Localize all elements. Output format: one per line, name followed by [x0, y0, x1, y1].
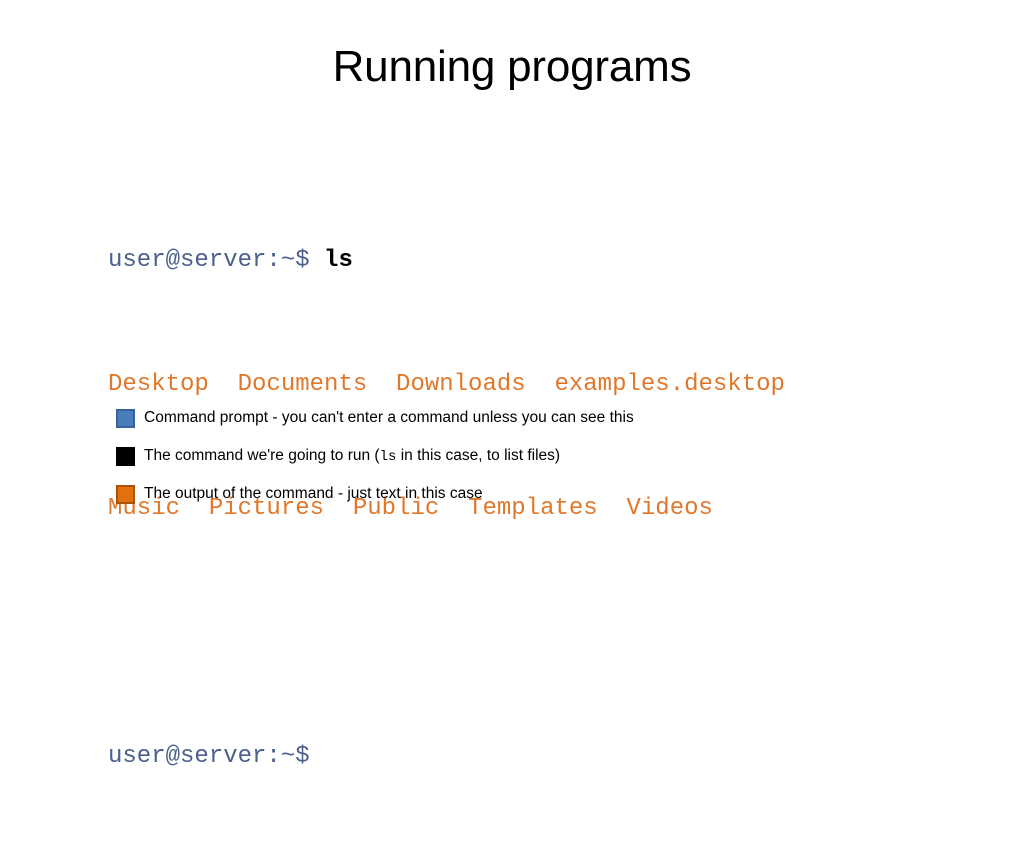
orange-swatch-icon	[116, 484, 135, 504]
slide-canvas: Running programs user@server:~$ ls Deskt…	[0, 0, 1024, 770]
legend: Command prompt - you can't enter a comma…	[116, 407, 634, 521]
legend-row-command: The command we're going to run (ls in th…	[116, 445, 634, 467]
black-swatch-icon	[116, 446, 135, 466]
terminal-output-line-1: Desktop Documents Downloads examples.des…	[108, 371, 785, 398]
terminal-command-ls: ls	[324, 247, 353, 274]
legend-row-command-prompt: Command prompt - you can't enter a comma…	[116, 407, 634, 429]
legend-inline-code: ls	[379, 448, 397, 465]
legend-label-output: The output of the command - just text in…	[144, 484, 483, 504]
blue-swatch-icon	[116, 408, 135, 428]
legend-row-output: The output of the command - just text in…	[116, 483, 634, 505]
legend-label-command-prompt: Command prompt - you can't enter a comma…	[144, 408, 634, 428]
legend-text-segment: The output of the command - just text in…	[144, 485, 483, 502]
terminal-prompt-1: user@server:~$	[108, 247, 325, 274]
terminal-line-command: user@server:~$ ls	[108, 245, 785, 276]
terminal-prompt-2: user@server:~$	[108, 743, 310, 770]
legend-text-segment: The command we're going to run (	[144, 446, 380, 464]
legend-text-segment-tail: in this case, to list files)	[396, 446, 561, 464]
legend-label-command: The command we're going to run (ls in th…	[144, 446, 560, 467]
page-title: Running programs	[332, 42, 692, 91]
legend-text-segment: Command prompt - you can't enter a comma…	[144, 409, 634, 426]
